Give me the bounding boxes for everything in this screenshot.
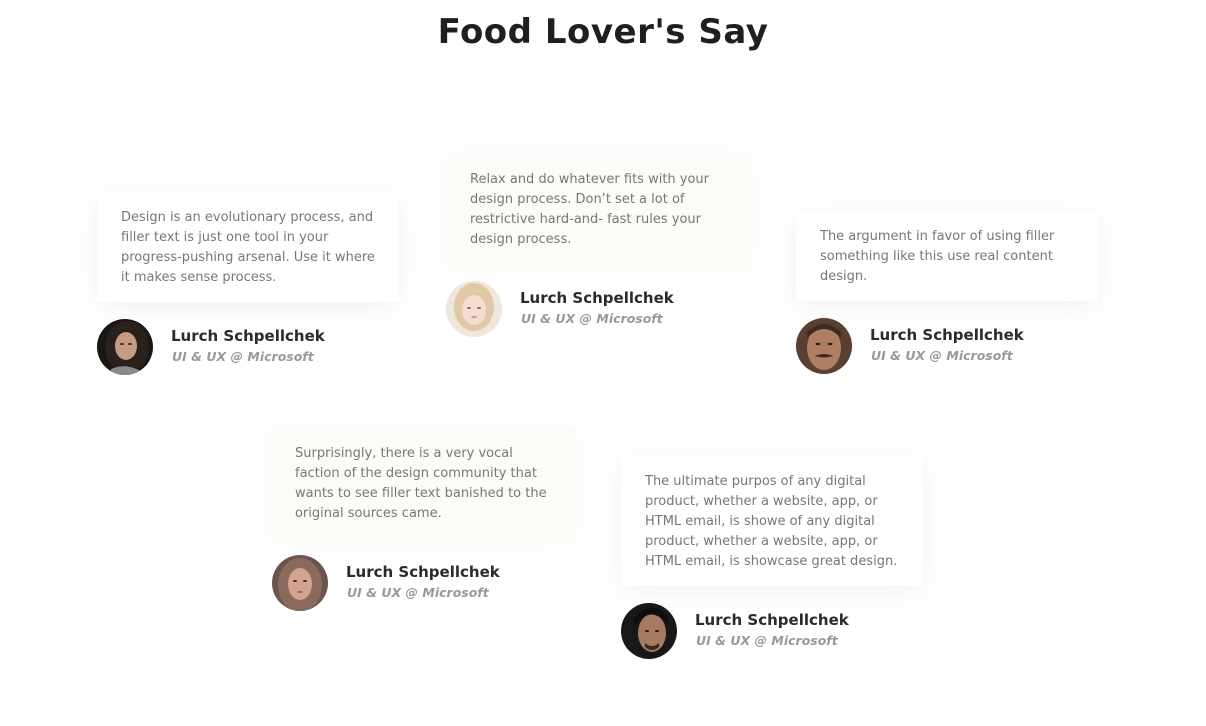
testimonial-author: Lurch Schpellchek UI & UX @ Microsoft [796, 318, 1056, 374]
avatar [272, 555, 328, 611]
woman-portrait-icon [446, 281, 502, 337]
section-title: Food Lover's Say [437, 12, 769, 52]
author-name: Lurch Schpellchek [346, 563, 500, 581]
author-role: UI & UX @ Microsoft [871, 348, 1013, 363]
testimonial-quote: The ultimate purpos of any digital produ… [645, 474, 898, 569]
author-role: UI & UX @ Microsoft [172, 349, 314, 364]
testimonial-author: Lurch Schpellchek UI & UX @ Microsoft [621, 603, 881, 659]
testimonial-card: Surprisingly, there is a very vocal fact… [271, 428, 575, 541]
author-name: Lurch Schpellchek [695, 611, 849, 629]
testimonial-card: The ultimate purpos of any digital produ… [621, 456, 923, 586]
woman-portrait-icon [97, 319, 153, 375]
avatar [621, 603, 677, 659]
man-portrait-icon [621, 603, 677, 659]
author-name: Lurch Schpellchek [520, 289, 674, 307]
testimonial-quote: Design is an evolutionary process, and f… [121, 210, 375, 285]
avatar [97, 319, 153, 375]
author-name: Lurch Schpellchek [870, 326, 1024, 344]
woman-portrait-icon [272, 555, 328, 611]
author-role: UI & UX @ Microsoft [696, 633, 838, 648]
avatar [446, 281, 502, 337]
testimonial-card: Design is an evolutionary process, and f… [97, 192, 399, 302]
testimonial-card: The argument in favor of using filler so… [796, 211, 1098, 301]
testimonial-card: Relax and do whatever fits with your des… [446, 154, 750, 267]
testimonial-author: Lurch Schpellchek UI & UX @ Microsoft [272, 555, 532, 611]
testimonial-author: Lurch Schpellchek UI & UX @ Microsoft [97, 319, 357, 375]
author-role: UI & UX @ Microsoft [521, 311, 663, 326]
author-name: Lurch Schpellchek [171, 327, 325, 345]
testimonial-quote: Relax and do whatever fits with your des… [470, 172, 710, 247]
testimonial-author: Lurch Schpellchek UI & UX @ Microsoft [446, 281, 706, 337]
author-role: UI & UX @ Microsoft [347, 585, 489, 600]
man-portrait-icon [796, 318, 852, 374]
testimonial-quote: The argument in favor of using filler so… [820, 229, 1055, 284]
avatar [796, 318, 852, 374]
testimonial-quote: Surprisingly, there is a very vocal fact… [295, 446, 547, 521]
